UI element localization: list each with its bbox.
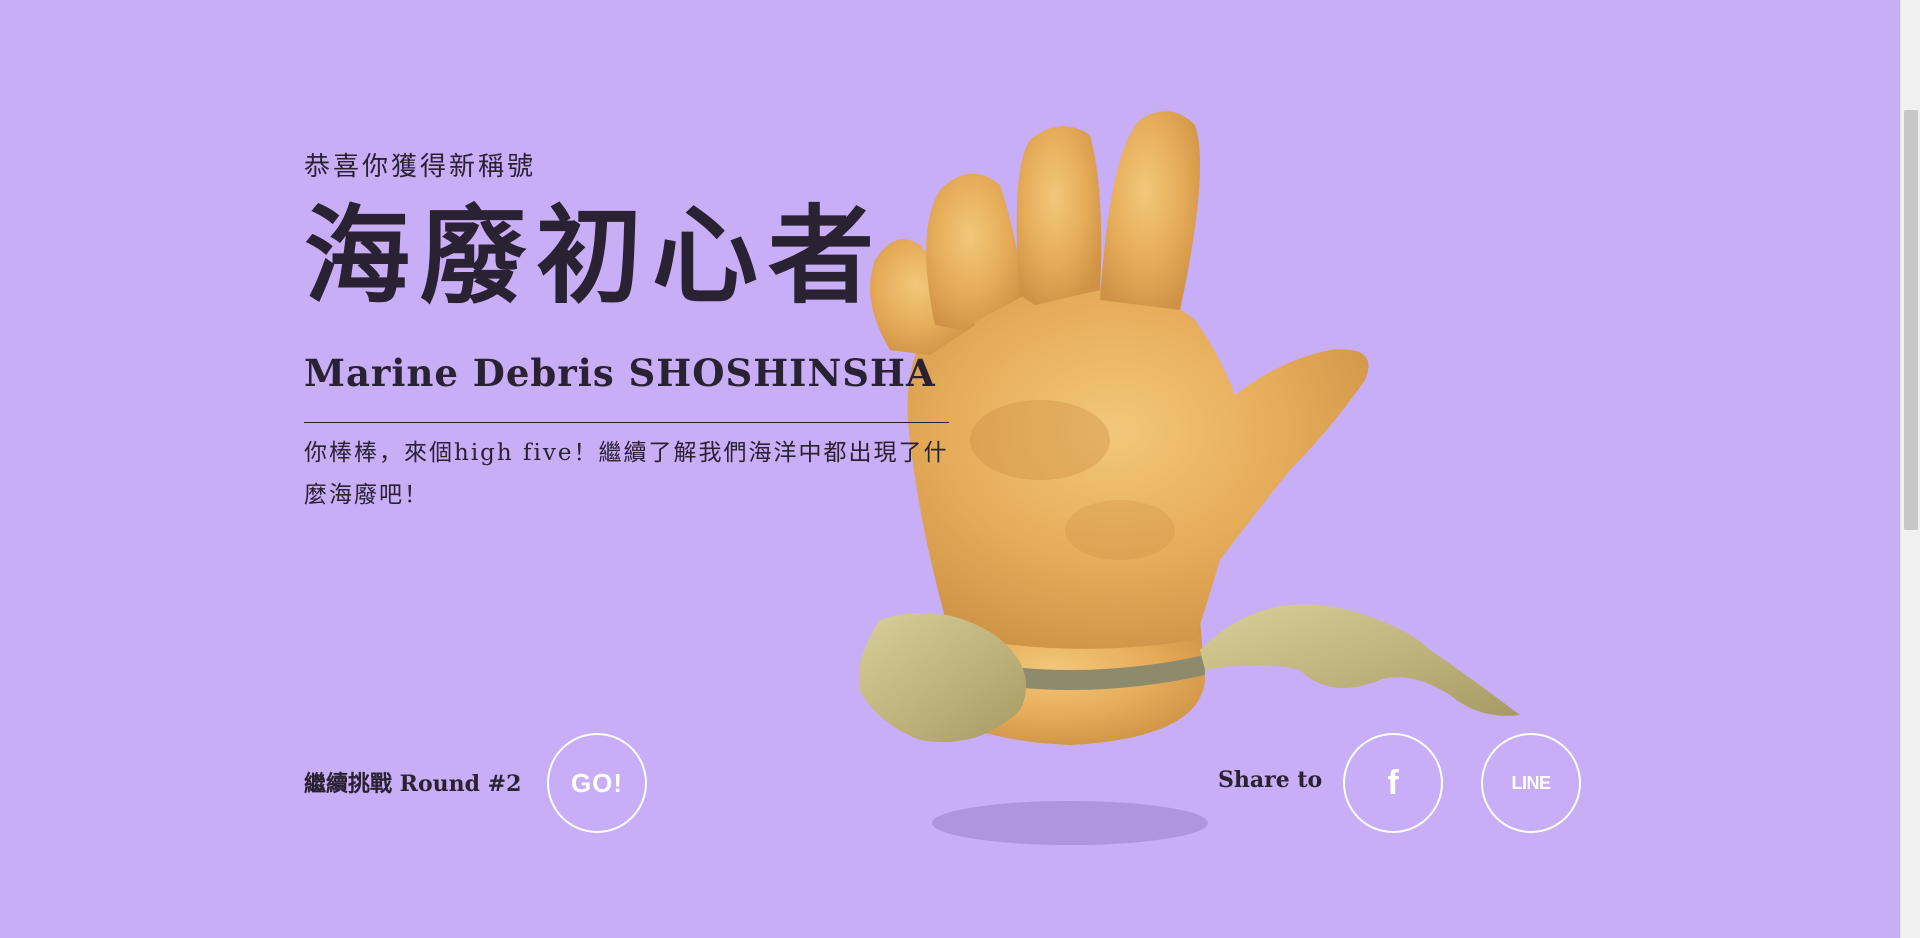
result-description: 你棒棒，來個high five！繼續了解我們海洋中都出現了什麼海廢吧！	[304, 440, 949, 508]
result-title-english: Marine Debris SHOSHINSHA	[304, 351, 936, 395]
line-icon: LINE	[1511, 772, 1551, 793]
palm	[907, 284, 1369, 649]
go-button[interactable]: GO!	[547, 733, 647, 833]
ground-shadow	[932, 801, 1208, 845]
line-share-button[interactable]: LINE	[1481, 733, 1581, 833]
next-round-label: 繼續挑戰 Round #2	[304, 771, 522, 797]
finger-index	[1100, 111, 1200, 310]
scrollbar-thumb[interactable]	[1904, 110, 1918, 530]
divider	[304, 422, 949, 423]
result-subtitle: 恭喜你獲得新稱號	[304, 152, 537, 182]
page-scrollbar[interactable]	[1900, 0, 1920, 938]
finger-middle	[1016, 126, 1102, 305]
dirt-stain	[1065, 500, 1175, 560]
share-label: Share to	[1218, 767, 1323, 793]
cloth-right	[1200, 604, 1520, 716]
facebook-icon: f	[1387, 763, 1399, 802]
result-title: 海廢初心者	[304, 195, 884, 318]
facebook-share-button[interactable]: f	[1343, 733, 1443, 833]
dirt-stain	[970, 400, 1110, 480]
